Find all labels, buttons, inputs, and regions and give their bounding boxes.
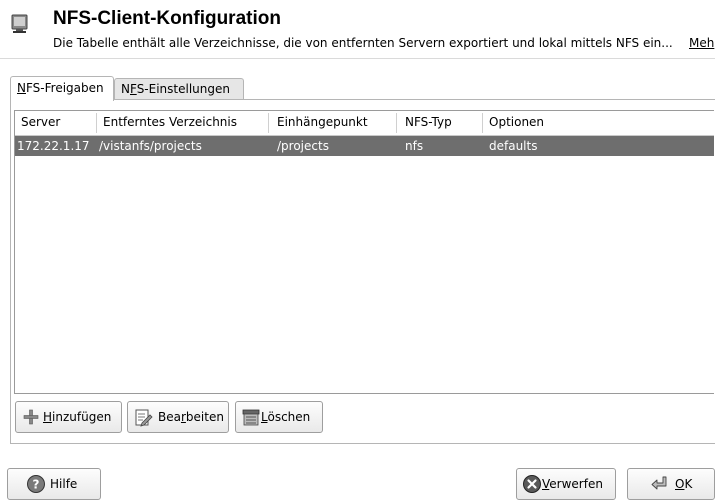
plus-icon xyxy=(23,409,39,425)
edit-button[interactable]: Bearbeiten xyxy=(127,401,229,433)
help-icon: ? xyxy=(27,475,45,493)
cell-nfs-type: nfs xyxy=(405,139,424,153)
cancel-icon xyxy=(523,475,541,493)
page-description: Die Tabelle enthält alle Verzeichnisse, … xyxy=(53,36,715,50)
more-link[interactable]: Meh xyxy=(689,36,714,50)
nfs-shares-table[interactable]: Server Entferntes Verzeichnis Einhängepu… xyxy=(14,110,714,394)
column-header-nfs-type[interactable]: NFS-Typ xyxy=(405,115,452,129)
cell-mountpoint: /projects xyxy=(277,139,329,153)
help-button[interactable]: ? Hilfe xyxy=(7,468,101,500)
add-button[interactable]: Hinzufügen xyxy=(15,401,122,433)
column-header-remote-dir[interactable]: Entferntes Verzeichnis xyxy=(103,115,237,129)
page-title: NFS-Client-Konfiguration xyxy=(53,8,281,29)
header-separator xyxy=(0,58,715,59)
column-header-server[interactable]: Server xyxy=(21,115,60,129)
edit-icon xyxy=(135,409,153,427)
delete-button[interactable]: Löschen xyxy=(235,401,323,433)
svg-text:?: ? xyxy=(33,478,40,492)
cell-remote-dir: /vistanfs/projects xyxy=(99,139,202,153)
discard-button[interactable]: Verwerfen xyxy=(516,468,616,500)
computer-monitor-icon xyxy=(11,14,28,33)
column-header-options[interactable]: Optionen xyxy=(489,115,544,129)
column-header-mountpoint[interactable]: Einhängepunkt xyxy=(277,115,368,129)
table-header: Server Entferntes Verzeichnis Einhängepu… xyxy=(15,111,714,136)
table-row[interactable]: 172.22.1.17 /vistanfs/projects /projects… xyxy=(15,136,714,156)
description-text: Die Tabelle enthält alle Verzeichnisse, … xyxy=(53,36,673,50)
tab-panel: Server Entferntes Verzeichnis Einhängepu… xyxy=(10,99,715,444)
delete-icon xyxy=(242,409,260,426)
tab-nfs-einstellungen[interactable]: NFS-Einstellungen xyxy=(114,78,244,100)
return-arrow-icon xyxy=(651,476,667,490)
tab-nfs-freigaben[interactable]: NFS-Freigaben xyxy=(10,76,114,101)
ok-button[interactable]: OK xyxy=(627,468,715,500)
cell-options: defaults xyxy=(489,139,538,153)
cell-server: 172.22.1.17 xyxy=(17,139,90,153)
